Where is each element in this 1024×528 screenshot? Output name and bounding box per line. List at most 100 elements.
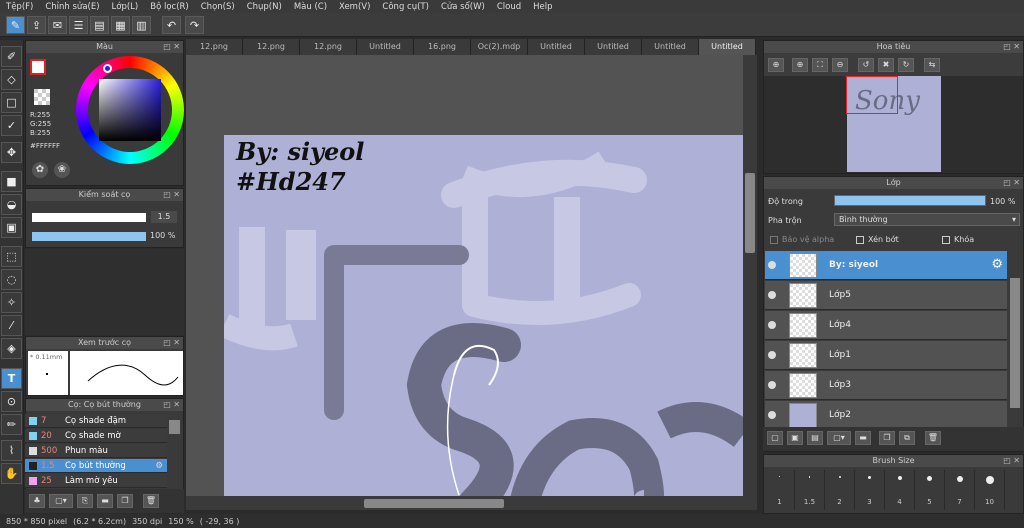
layer-row[interactable]: Lớp3 bbox=[765, 371, 1007, 400]
bucket-tool-icon[interactable]: ◒ bbox=[1, 194, 22, 215]
brush-folder-icon[interactable]: ▬ bbox=[97, 494, 113, 508]
eye-icon[interactable] bbox=[768, 261, 776, 269]
document-canvas[interactable]: By: siyeol #Hd247 bbox=[224, 135, 743, 505]
layer-opacity-slider[interactable] bbox=[834, 195, 986, 206]
brush-size-cell[interactable]: 7 bbox=[945, 470, 975, 510]
lasso-icon[interactable]: ◌ bbox=[1, 269, 22, 290]
menu-item[interactable]: Tệp(F) bbox=[0, 2, 39, 12]
eye-icon[interactable] bbox=[768, 411, 776, 419]
document-tab[interactable]: Oc(2).mdp bbox=[471, 39, 528, 55]
brush-size-cell[interactable]: 5 bbox=[915, 470, 945, 510]
menu-item[interactable]: Chọn(S) bbox=[195, 2, 241, 12]
document-tab[interactable]: Untitled bbox=[642, 39, 699, 55]
flip-icon[interactable]: ⇆ bbox=[924, 58, 940, 72]
eraser-tool-icon[interactable]: ◇ bbox=[1, 69, 22, 90]
menu-item[interactable]: Chụp(N) bbox=[241, 2, 288, 12]
gear-icon[interactable]: ⚙ bbox=[991, 257, 1003, 272]
panel-options-icon[interactable]: ◰ ✕ bbox=[1003, 455, 1020, 467]
brush-menu-icon[interactable]: ▢▾ bbox=[49, 494, 73, 508]
brush-list-scrollbar[interactable] bbox=[167, 412, 182, 492]
rect-tool-icon[interactable]: □ bbox=[1, 92, 22, 113]
brush-duplicate-icon[interactable]: ❐ bbox=[117, 494, 133, 508]
layer-row[interactable]: Lớp1 bbox=[765, 341, 1007, 370]
navigator-view-rect[interactable] bbox=[846, 76, 898, 114]
menu-item[interactable]: Cửa sổ(W) bbox=[435, 2, 491, 12]
menu-item[interactable]: Bộ lọc(R) bbox=[144, 2, 195, 12]
brush-copy-icon[interactable]: ⎘ bbox=[77, 494, 93, 508]
reset-rotation-icon[interactable]: ✖ bbox=[878, 58, 894, 72]
brush-list-item[interactable]: 25 Làm mờ yếu bbox=[25, 474, 167, 488]
brush-size-cell[interactable]: 10 bbox=[975, 470, 1005, 510]
select-eraser-icon[interactable]: ◈ bbox=[1, 338, 22, 359]
panel-options-icon[interactable]: ◰ ✕ bbox=[1003, 177, 1020, 189]
canvas-horizontal-scrollbar[interactable] bbox=[186, 496, 757, 510]
hand-tool-icon[interactable]: ✋ bbox=[1, 463, 22, 484]
brush-mode-icon[interactable]: ✎ bbox=[6, 16, 25, 34]
move-tool-icon[interactable]: ✥ bbox=[1, 142, 22, 163]
select-rect-icon[interactable]: ⬚ bbox=[1, 246, 22, 267]
canvas-vscroll-thumb[interactable] bbox=[745, 173, 755, 253]
grid-icon[interactable]: ▦ bbox=[111, 16, 130, 34]
cut-tool-icon[interactable]: ⊙ bbox=[1, 391, 22, 412]
redo-icon[interactable]: ↷ bbox=[185, 16, 204, 34]
eye-icon[interactable] bbox=[768, 291, 776, 299]
document-tab[interactable]: Untitled bbox=[699, 39, 756, 55]
brush-list-item[interactable]: 1.5 Cọ bút thường ⚙ bbox=[25, 459, 167, 473]
foreground-color-swatch[interactable] bbox=[30, 59, 46, 75]
eye-icon[interactable] bbox=[768, 321, 776, 329]
document-tab[interactable]: Untitled bbox=[357, 39, 414, 55]
brush-opacity-slider[interactable] bbox=[32, 232, 146, 241]
menu-item[interactable]: Cloud bbox=[491, 2, 527, 12]
document-tab[interactable]: Untitled bbox=[585, 39, 642, 55]
hue-picker-handle[interactable] bbox=[103, 64, 112, 73]
rotate-right-icon[interactable]: ↻ bbox=[898, 58, 914, 72]
select-pen-icon[interactable]: ⁄ bbox=[1, 315, 22, 336]
brush-list-item[interactable]: 7 Cọ shade đậm bbox=[25, 414, 167, 428]
eye-icon[interactable] bbox=[768, 381, 776, 389]
new-layer-icon[interactable]: ▢ bbox=[767, 431, 783, 445]
gradient-tool-icon[interactable]: ▣ bbox=[1, 217, 22, 238]
undo-icon[interactable]: ↶ bbox=[162, 16, 181, 34]
panel-options-icon[interactable]: ◰ ✕ bbox=[163, 41, 180, 53]
canvas-vertical-scrollbar[interactable] bbox=[743, 55, 757, 496]
new-8bit-layer-icon[interactable]: ▤ bbox=[807, 431, 823, 445]
panel-options-icon[interactable]: ◰ ✕ bbox=[163, 189, 180, 201]
blend-mode-select[interactable]: Bình thường ▾ bbox=[834, 213, 1020, 226]
palette-icon[interactable]: ✿ bbox=[32, 162, 48, 178]
brush-list-scroll-thumb[interactable] bbox=[169, 420, 180, 434]
document-tab[interactable]: Untitled bbox=[528, 39, 585, 55]
brush-size-cell[interactable]: 2 bbox=[825, 470, 855, 510]
lock-checkbox[interactable] bbox=[942, 236, 950, 244]
layer-add-menu-icon[interactable]: ▢▾ bbox=[827, 431, 851, 445]
document-tab[interactable]: 12.png bbox=[243, 39, 300, 55]
zoom-out-icon[interactable]: ⊖ bbox=[832, 58, 848, 72]
brush-size-cell[interactable]: 1.5 bbox=[795, 470, 825, 510]
pencil-tool-icon[interactable]: ✏ bbox=[1, 414, 22, 435]
menu-item[interactable]: Xem(V) bbox=[333, 2, 376, 12]
chat-icon[interactable]: ☰ bbox=[69, 16, 88, 34]
layer-folder-icon[interactable]: ▬ bbox=[855, 431, 871, 445]
layer-list-scrollbar[interactable] bbox=[1008, 250, 1022, 426]
brush-size-cell[interactable]: 4 bbox=[885, 470, 915, 510]
brush-list-item[interactable]: 500 Phun màu bbox=[25, 444, 167, 458]
document-tab[interactable]: 12.png bbox=[186, 39, 243, 55]
saturation-value-square[interactable] bbox=[99, 79, 161, 141]
panel-options-icon[interactable]: ◰ ✕ bbox=[1003, 41, 1020, 53]
brush-list-item[interactable]: 20 Cọ shade mờ bbox=[25, 429, 167, 443]
document-icon[interactable]: ▤ bbox=[90, 16, 109, 34]
export-icon[interactable]: ⇪ bbox=[27, 16, 46, 34]
document-tab[interactable]: 16.png bbox=[414, 39, 471, 55]
layer-row[interactable]: Lớp5 bbox=[765, 281, 1007, 310]
comment-icon[interactable]: ✉ bbox=[48, 16, 67, 34]
transparent-swatch[interactable] bbox=[34, 89, 50, 105]
merge-layer-icon[interactable]: ⧉ bbox=[899, 431, 915, 445]
list-icon[interactable]: ▥ bbox=[132, 16, 151, 34]
rotate-left-icon[interactable]: ↺ bbox=[858, 58, 874, 72]
layer-row[interactable]: Lớp4 bbox=[765, 311, 1007, 340]
layer-list-scroll-thumb[interactable] bbox=[1010, 278, 1020, 408]
navigator-preview-area[interactable]: Sony bbox=[764, 76, 1023, 173]
magic-wand-icon[interactable]: ✧ bbox=[1, 292, 22, 313]
document-tab[interactable]: 12.png bbox=[300, 39, 357, 55]
protect-alpha-checkbox[interactable] bbox=[770, 236, 778, 244]
brush-tool-icon[interactable]: ✐ bbox=[1, 46, 22, 67]
